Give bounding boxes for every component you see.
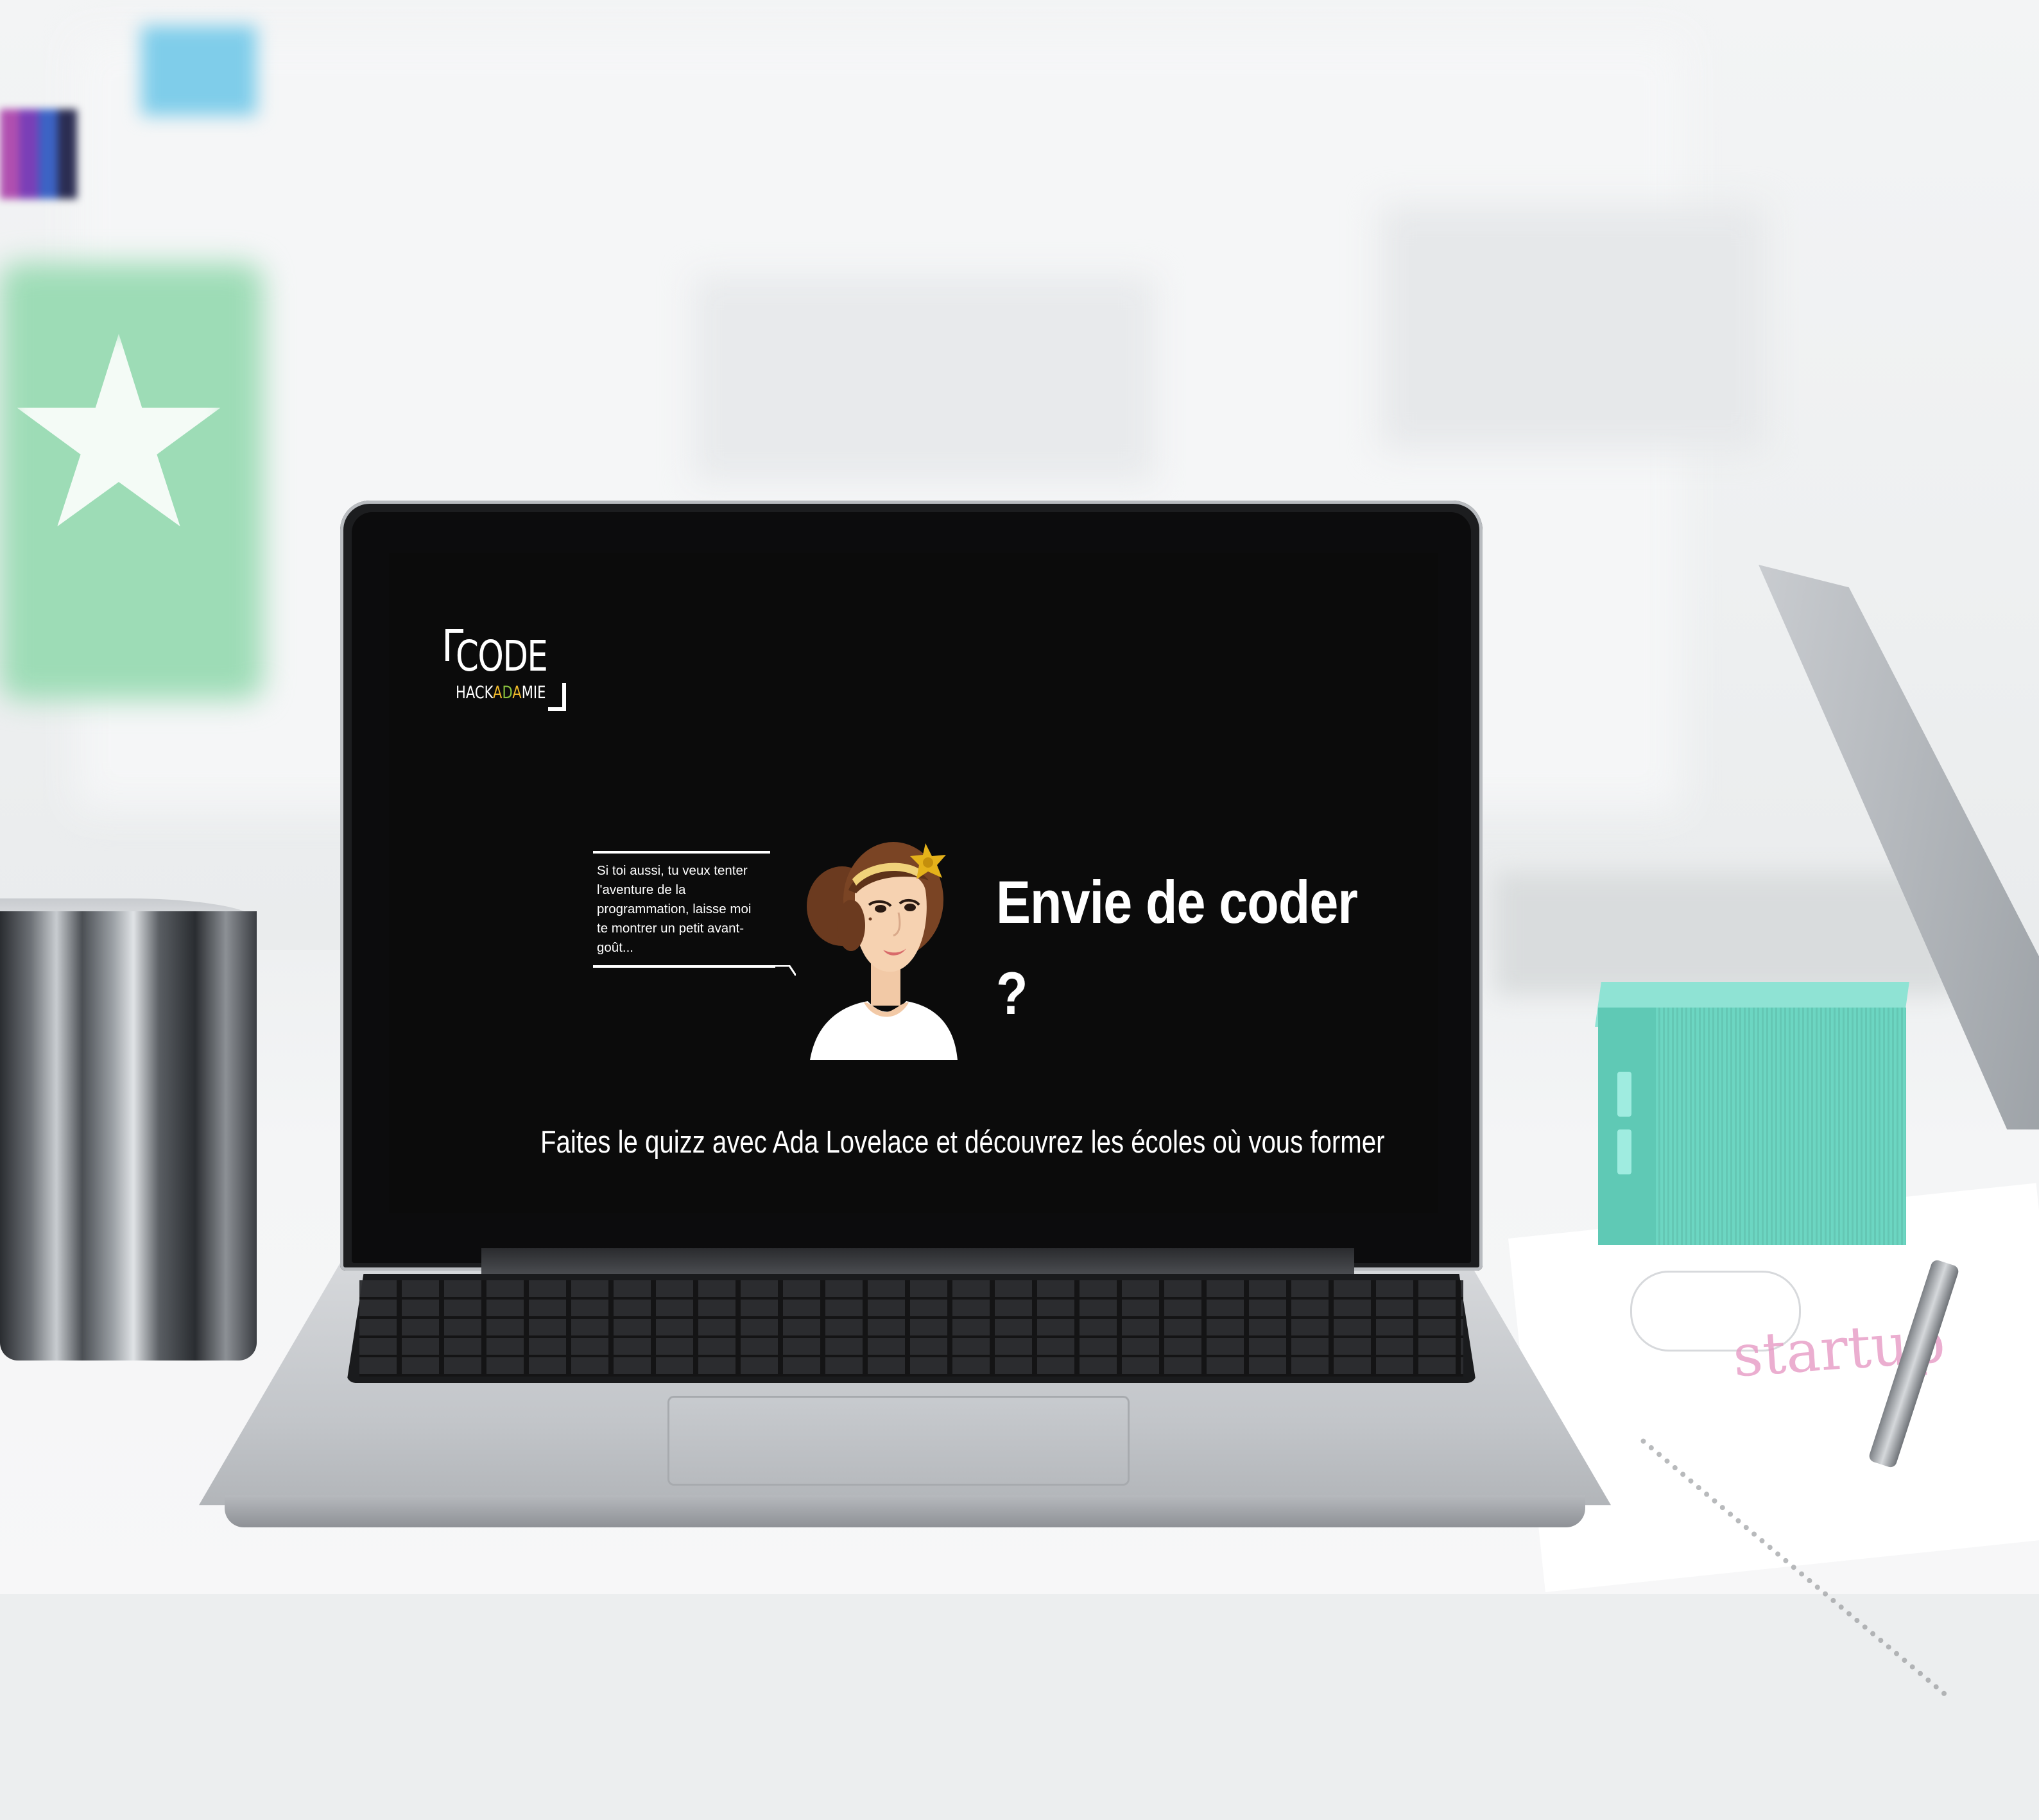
background-markers	[0, 109, 77, 199]
keyboard-keys	[359, 1280, 1463, 1377]
logo-part: A	[493, 683, 503, 703]
speech-bubble-bottom-line	[593, 965, 775, 968]
speech-bubble-top-line	[593, 851, 770, 854]
metal-mug	[0, 911, 257, 1361]
quiz-call-to-action[interactable]: Faites le quizz avec Ada Lovelace et déc…	[540, 1124, 1384, 1160]
speaker-side	[1598, 1008, 1656, 1245]
code-hackadamie-logo[interactable]: CODE HACKADAMIE	[445, 629, 567, 712]
speaker-button	[1617, 1129, 1631, 1174]
ada-lovelace-avatar-icon[interactable]	[797, 829, 964, 1060]
speech-bubble-tail-icon	[770, 965, 796, 976]
laptop-trackpad	[667, 1396, 1130, 1486]
headline-question-mark: ?	[996, 959, 1028, 1027]
logo-part: MIE	[521, 683, 546, 703]
headline: Envie de coder	[996, 868, 1358, 936]
logo-part: A	[512, 683, 522, 703]
background-notebook	[1495, 873, 1957, 995]
laptop-front-edge	[225, 1495, 1585, 1527]
background-sticky-note	[141, 26, 257, 116]
laptop-screen: CODE HACKADAMIE Si toi aussi, tu veux te…	[389, 553, 1438, 1213]
logo-code-text: CODE	[456, 631, 548, 681]
logo-hackadamie-text: HACKADAMIE	[456, 683, 546, 703]
logo-bracket-icon	[548, 683, 566, 711]
speech-bubble-text: Si toi aussi, tu veux tenter l'aventure …	[597, 863, 752, 955]
logo-part: HACK	[456, 683, 494, 703]
background-paper	[693, 276, 1155, 481]
background-paper	[1380, 205, 1765, 449]
logo-part: D	[502, 683, 513, 703]
laptop-hinge	[481, 1248, 1354, 1274]
speaker-button	[1617, 1072, 1631, 1117]
